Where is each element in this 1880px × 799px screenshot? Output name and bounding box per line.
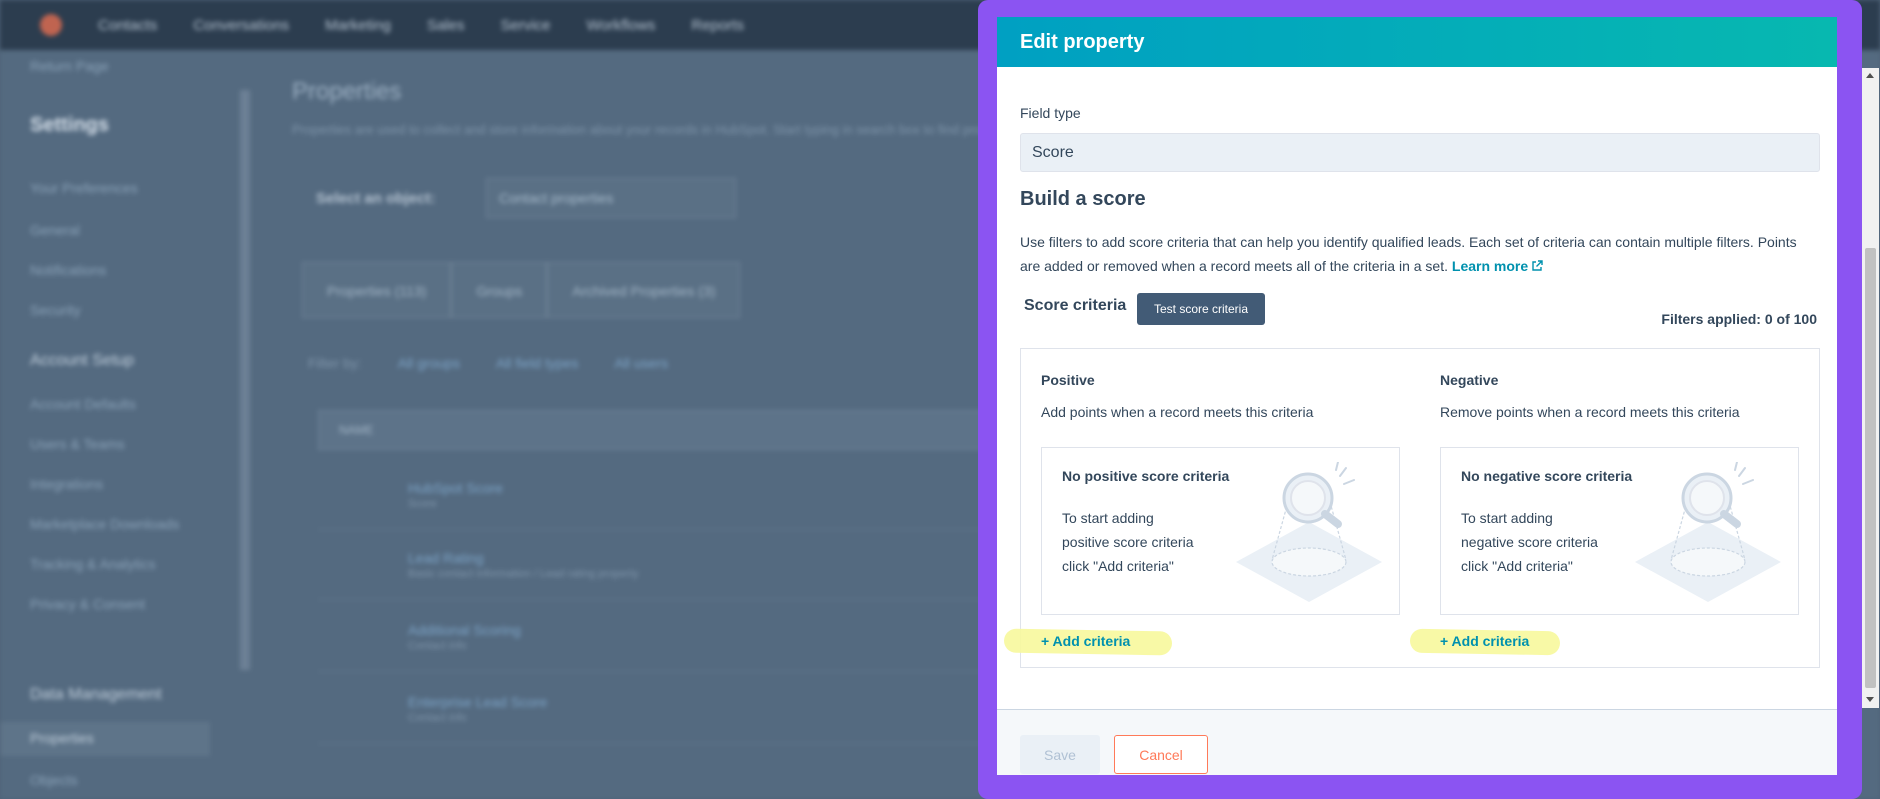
- property-group: Basic contact information / Lead rating …: [408, 568, 639, 580]
- panel-title: Edit property: [1020, 30, 1145, 53]
- positive-empty-state: No positive score criteria To start addi…: [1041, 447, 1400, 615]
- property-group: Score: [408, 498, 437, 510]
- nav-item[interactable]: Conversations: [193, 17, 289, 34]
- learn-more-link[interactable]: Learn more: [1452, 258, 1543, 274]
- sidebar-item[interactable]: Privacy & Consent: [30, 596, 145, 612]
- scroll-up-arrow-icon[interactable]: [1866, 73, 1874, 78]
- negative-empty-text: To start adding negative score criteria …: [1461, 510, 1598, 574]
- filter-prefix: Filter by:: [308, 355, 362, 371]
- negative-add-criteria-link[interactable]: + Add criteria: [1440, 633, 1529, 649]
- positive-criteria-column: Positive Add points when a record meets …: [1003, 349, 1401, 669]
- filter-bar: Filter by: All groups All field types Al…: [308, 355, 668, 371]
- page-title: Properties: [292, 78, 402, 105]
- filter-users[interactable]: All users: [614, 355, 668, 371]
- tab-archived[interactable]: Archived Properties (3): [547, 262, 741, 318]
- sidebar-item-properties[interactable]: Properties: [30, 730, 94, 746]
- sidebar-back-link[interactable]: Return Page: [30, 58, 109, 74]
- sidebar-title: Settings: [30, 114, 109, 136]
- sidebar-item[interactable]: Notifications: [30, 262, 106, 278]
- positive-empty-title: No positive score criteria: [1062, 468, 1230, 484]
- learn-more-label[interactable]: Learn more: [1452, 258, 1528, 274]
- sidebar-scrollbar[interactable]: [240, 90, 250, 670]
- magnifying-glass-illustration-icon: [1236, 462, 1382, 602]
- negative-title: Negative: [1440, 372, 1499, 388]
- sidebar-item[interactable]: Your Preferences: [30, 180, 138, 196]
- nav-item[interactable]: Service: [500, 17, 550, 34]
- edit-property-panel: Edit property Field type Score Build a s…: [997, 17, 1837, 775]
- sidebar-section-heading: Data Management: [30, 686, 162, 703]
- property-link[interactable]: Additional Scoring: [408, 622, 521, 638]
- sidebar-item[interactable]: Tracking & Analytics: [30, 556, 156, 572]
- panel-scrollbar[interactable]: [1862, 68, 1879, 708]
- sidebar-item[interactable]: Objects: [30, 772, 77, 788]
- nav-item[interactable]: Marketing: [325, 17, 391, 34]
- save-button[interactable]: Save: [1020, 735, 1100, 774]
- filter-field-types[interactable]: All field types: [496, 355, 578, 371]
- nav-item[interactable]: Contacts: [98, 17, 157, 34]
- negative-empty-title: No negative score criteria: [1461, 468, 1633, 484]
- positive-add-criteria-wrap: + Add criteria: [1003, 628, 1174, 658]
- magnifying-glass-illustration-icon: [1635, 462, 1781, 602]
- hubspot-logo-icon: [40, 14, 62, 36]
- description-text: Use filters to add score criteria that c…: [1020, 234, 1797, 274]
- positive-description: Add points when a record meets this crit…: [1041, 404, 1314, 420]
- object-select[interactable]: Contact properties: [486, 178, 736, 218]
- cancel-button[interactable]: Cancel: [1114, 735, 1208, 774]
- filters-applied-count: Filters applied: 0 of 100: [1661, 311, 1817, 327]
- sidebar-item[interactable]: General: [30, 222, 80, 238]
- sidebar-item[interactable]: Integrations: [30, 476, 103, 492]
- score-criteria-label: Score criteria: [1024, 297, 1127, 314]
- sidebar-item[interactable]: Account Defaults: [30, 396, 136, 412]
- positive-empty-text: To start adding positive score criteria …: [1062, 510, 1194, 574]
- scroll-down-arrow-icon[interactable]: [1866, 697, 1874, 702]
- property-link[interactable]: HubSpot Score: [408, 480, 503, 496]
- build-score-title: Build a score: [1020, 188, 1146, 210]
- nav-item[interactable]: Sales: [427, 17, 465, 34]
- property-group: Contact info: [408, 640, 467, 652]
- panel-footer: Save Cancel: [997, 709, 1837, 775]
- property-group: Contact info: [408, 712, 467, 724]
- sidebar-section-heading: Account Setup: [30, 352, 135, 369]
- settings-sidebar: Return Page Settings Your Preferences Ge…: [0, 50, 250, 799]
- panel-header: Edit property: [997, 17, 1837, 67]
- field-type-input[interactable]: Score: [1020, 133, 1820, 172]
- positive-title: Positive: [1041, 372, 1095, 388]
- filter-groups[interactable]: All groups: [398, 355, 460, 371]
- properties-tabs: Properties (113) Groups Archived Propert…: [302, 262, 741, 318]
- negative-criteria-column: Negative Remove points when a record mee…: [1409, 349, 1800, 669]
- nav-item[interactable]: Reports: [691, 17, 744, 34]
- page-description: Properties are used to collect and store…: [292, 122, 1025, 137]
- sidebar-item[interactable]: Security: [30, 302, 81, 318]
- property-link[interactable]: Enterprise Lead Score: [408, 694, 547, 710]
- build-score-description: Use filters to add score criteria that c…: [1020, 230, 1820, 278]
- negative-description: Remove points when a record meets this c…: [1440, 404, 1740, 420]
- object-select-label: Select an object:: [316, 190, 436, 207]
- scrollbar-thumb[interactable]: [1865, 248, 1876, 688]
- sidebar-item[interactable]: Marketplace Downloads: [30, 516, 179, 532]
- negative-empty-state: No negative score criteria To start addi…: [1440, 447, 1799, 615]
- test-score-criteria-button[interactable]: Test score criteria: [1137, 293, 1265, 325]
- sidebar-item[interactable]: Users & Teams: [30, 436, 125, 452]
- negative-add-criteria-wrap: + Add criteria: [1409, 628, 1580, 658]
- score-criteria-box: Positive Add points when a record meets …: [1003, 348, 1820, 669]
- tab-groups[interactable]: Groups: [451, 262, 548, 318]
- field-type-label: Field type: [1020, 105, 1081, 121]
- column-header-name[interactable]: NAME: [339, 423, 374, 437]
- property-link[interactable]: Lead Rating: [408, 550, 484, 566]
- nav-item[interactable]: Workflows: [587, 17, 656, 34]
- tab-properties[interactable]: Properties (113): [302, 262, 452, 318]
- external-link-icon: [1532, 260, 1543, 271]
- positive-add-criteria-link[interactable]: + Add criteria: [1041, 633, 1130, 649]
